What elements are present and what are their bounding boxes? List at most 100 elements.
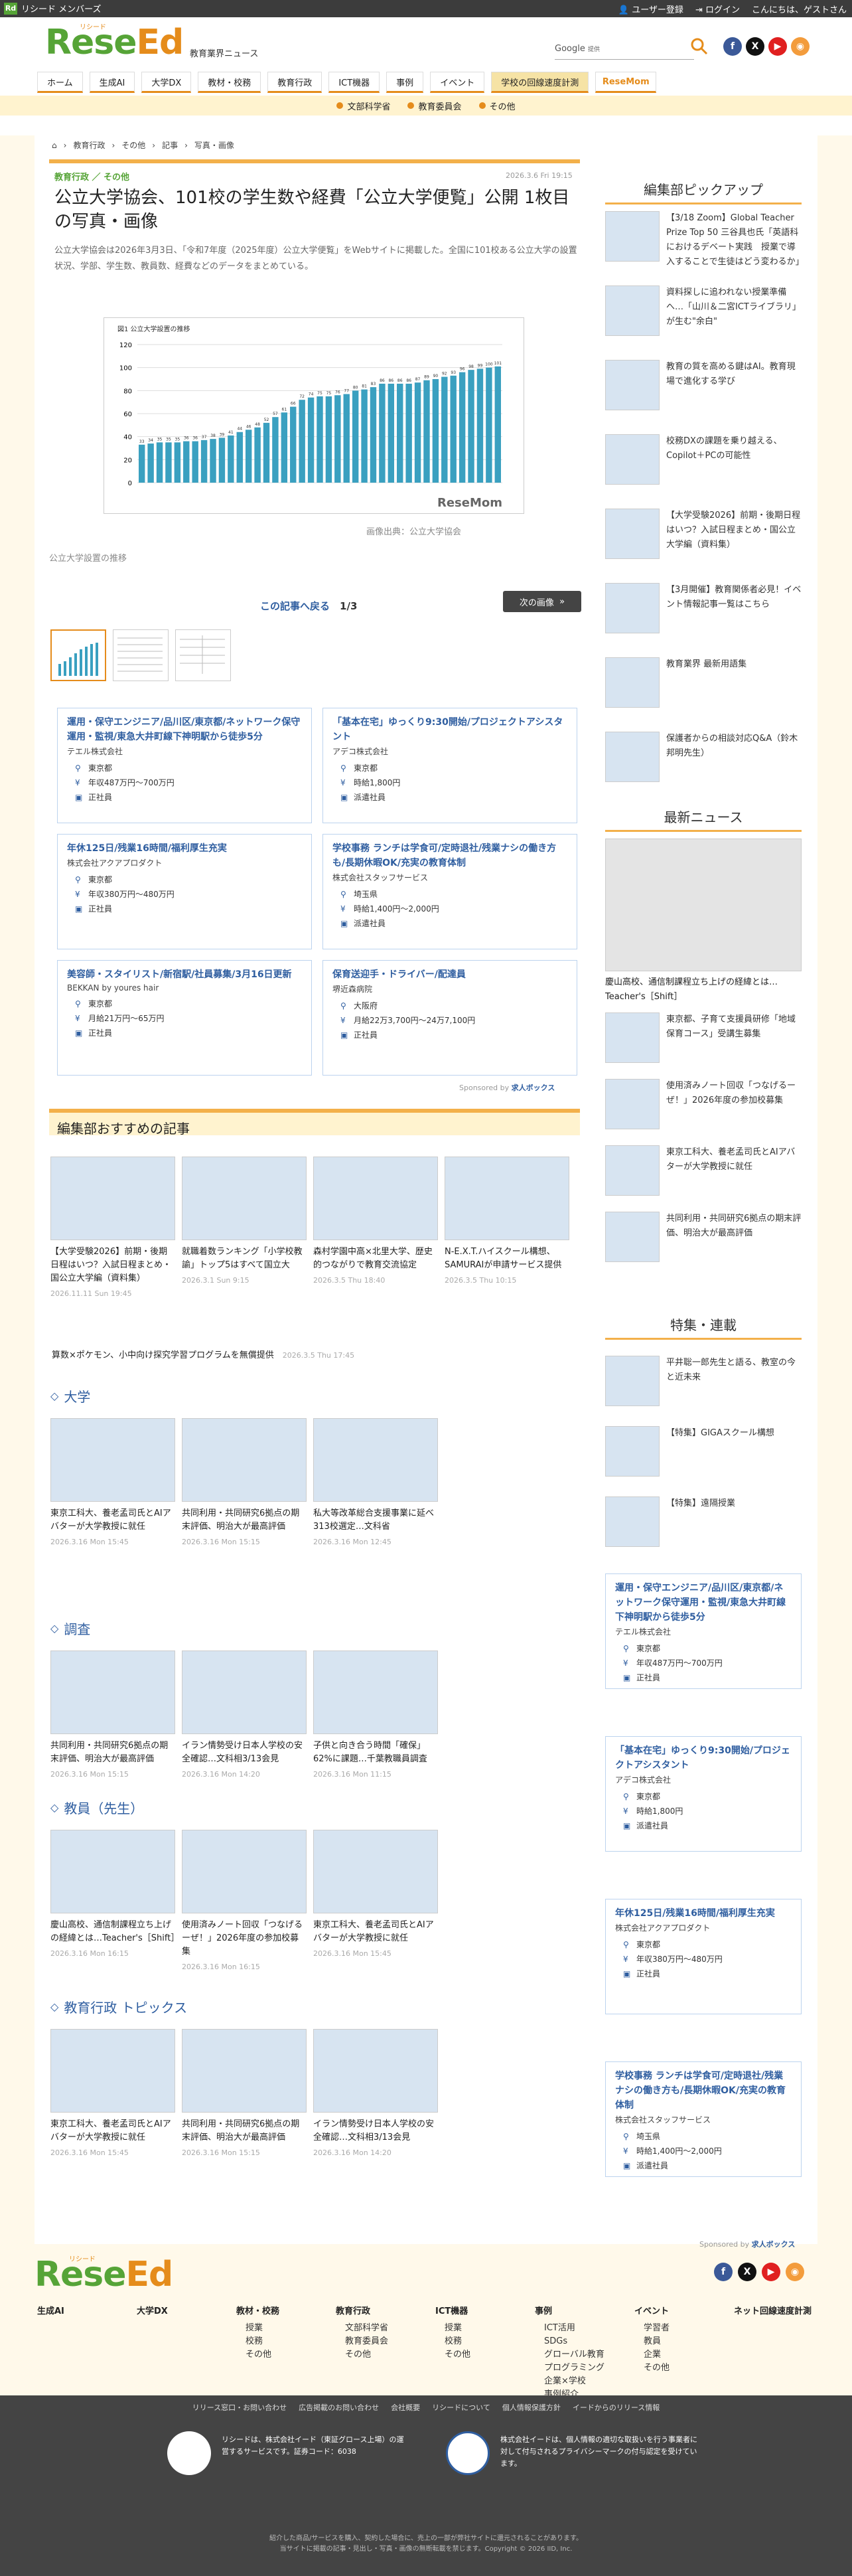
article-thumbnail[interactable] [182,1650,307,1734]
article-thumbnail[interactable] [313,2029,438,2113]
card-title[interactable]: 使用済みノート回収「つなげるーぜ！」2026年度の参加校募集 [182,1919,307,1959]
pickup-thumbnail[interactable] [605,732,660,782]
card-title[interactable]: N-E.X.T.ハイスクール構想、SAMURAIが申請サービス提供 [445,1246,569,1272]
nav-item-1[interactable]: 生成AI [89,72,135,93]
footer-link[interactable]: その他 [345,2348,388,2362]
footer-bottom-link[interactable]: 個人情報保護方針 [502,2402,561,2413]
facebook-icon[interactable]: f [723,37,742,56]
job-title[interactable]: 年休125日/残業16時間/福利厚生充実 [615,1906,792,1921]
card-title[interactable]: 私大等改革総合支援事業に延べ313校選定…文科省 [313,1507,438,1534]
footer-col-heading[interactable]: 大学DX [137,2304,168,2316]
pickup-title[interactable]: 保護者からの相談対応Q&A（鈴木邦明先生） [666,732,802,782]
job-card[interactable]: 運用・保守エンジニア/品川区/東京都/ネットワーク保守運用・監視/東急大井町線下… [605,1573,802,1689]
nav-item-2[interactable]: 大学DX [141,72,192,93]
footer-link[interactable]: その他 [644,2362,670,2375]
card-title[interactable]: 【大学受験2026】前期・後期日程はいつ？入試日程まとめ・国公立大学編（資料集） [50,1246,175,1285]
text-link[interactable]: 算数×ポケモン、小中向け探究学習プログラムを無償提供 2026.3.5 Thu … [52,1348,354,1360]
recommend-card[interactable]: N-E.X.T.ハイスクール構想、SAMURAIが申請サービス提供 2026.3.… [445,1157,569,1285]
job-title[interactable]: 保育送迎手・ドライバー/配達員 [332,967,567,982]
pickup-title[interactable]: 教育の質を高める鍵はAI。教育現場で進化する学び [666,360,802,410]
pickup-item[interactable]: 【3月開催】教育関係者必見！イベント情報記事一覧はこちら [605,583,802,633]
nav-item-7[interactable]: イベント [430,72,485,93]
job-title[interactable]: 年休125日/残業16時間/福利厚生充実 [67,841,302,856]
article-thumbnail[interactable] [182,2029,307,2113]
tag-card[interactable]: 共同利用・共同研究6拠点の期末評価、明治大が最高評価 2026.3.16 Mon … [50,1650,175,1779]
footer-link[interactable]: 教員 [644,2335,670,2348]
footer-link[interactable]: ICT活用 [544,2322,604,2335]
footer-link[interactable]: 授業 [246,2322,279,2335]
article-thumbnail[interactable] [182,1418,307,1502]
article-thumbnail[interactable] [313,1650,438,1734]
nav-item-5[interactable]: ICT機器 [328,72,380,93]
footer-col-heading[interactable]: ネット回線速度計測 [734,2304,812,2316]
feature-thumbnail[interactable] [605,1356,660,1406]
article-thumbnail[interactable] [50,2029,175,2113]
tag-card[interactable]: 慶山高校、通信制課程立ち上げの経緯とは…Teacher's［Shift］ 2026… [50,1830,179,1958]
pickup-thumbnail[interactable] [605,434,660,485]
tag-card[interactable]: 共同利用・共同研究6拠点の期末評価、明治大が最高評価 2026.3.16 Mon … [182,2029,307,2157]
tag-card[interactable]: 共同利用・共同研究6拠点の期末評価、明治大が最高評価 2026.3.16 Mon … [182,1418,307,1546]
article-category[interactable]: 教育行政 ／ その他 [54,170,129,183]
breadcrumb-item[interactable]: 教育行政 [73,139,105,151]
pickup-title[interactable]: 教育業界 最新用語集 [666,657,746,708]
search-icon[interactable] [690,37,709,56]
article-thumbnail[interactable] [50,1830,175,1913]
latest-item[interactable]: 東京工科大、養老孟司氏とAIアバターが大学教授に就任 [605,1145,802,1196]
latest-item[interactable]: 共同利用・共同研究6拠点の期末評価、明治大が最高評価 [605,1212,802,1262]
pickup-item[interactable]: 保護者からの相談対応Q&A（鈴木邦明先生） [605,732,802,782]
tag-heading[interactable]: ◇ 教員（先生） [50,1798,143,1817]
card-title[interactable]: 東京工科大、養老孟司氏とAIアバターが大学教授に就任 [50,1507,175,1534]
rss-icon[interactable]: ◉ [791,37,810,56]
breadcrumb-item[interactable]: 記事 [162,139,178,151]
footer-link[interactable]: 企業×学校 [544,2375,604,2388]
tag-heading[interactable]: ◇ 調査 [50,1619,90,1638]
tag-card[interactable]: イラン情勢受け日本人学校の安全確認…文科相3/13会見 2026.3.16 Mon… [313,2029,438,2157]
latest-main-title[interactable]: 慶山高校、通信制課程立ち上げの経緯とは…Teacher's［Shift］ [605,975,802,1005]
latest-thumbnail[interactable] [605,1079,660,1129]
footer-link[interactable]: 学習者 [644,2322,670,2335]
site-logo[interactable]: リシード ReseEd [45,23,184,62]
pickup-title[interactable]: 校務DXの課題を乗り越える、Copilot＋PCの可能性 [666,434,802,485]
card-title[interactable]: 共同利用・共同研究6拠点の期末評価、明治大が最高評価 [182,2118,307,2144]
pickup-title[interactable]: 資料探しに追われない授業準備へ…「山川＆二宮ICTライブラリ」が生む"余白" [666,285,802,336]
latest-thumbnail[interactable] [605,1212,660,1262]
nav-item-9[interactable]: ReseMom [595,72,657,93]
pickup-thumbnail[interactable] [605,211,660,262]
footer-link[interactable]: 企業 [644,2348,670,2362]
next-image-button[interactable]: 次の画像 » [503,591,581,612]
footer-link[interactable]: 教育委員会 [345,2335,388,2348]
latest-thumbnail[interactable] [605,1145,660,1196]
subnav-item-0[interactable]: 文部科学省 [336,100,390,112]
feature-item[interactable]: 【特集】遠隔授業 [605,1496,802,1547]
tag-card[interactable]: イラン情勢受け日本人学校の安全確認…文科相3/13会見 2026.3.16 Mon… [182,1650,307,1779]
card-title[interactable]: 子供と向き合う時間「確保」62%に課題…千葉教職員調査 [313,1739,438,1766]
footer-logo[interactable]: リシード ReseEd [35,2255,173,2294]
job-card[interactable]: 「基本在宅」ゆっくり9:30開始/プロジェクトアシスタント アデコ株式会社 ⚲ 東京都… [322,708,577,823]
pickup-title[interactable]: 【大学受験2026】前期・後期日程はいつ？入試日程まとめ・国公立大学編（資料集） [666,509,802,559]
tag-card[interactable]: 東京工科大、養老孟司氏とAIアバターが大学教授に就任 2026.3.16 Mon … [50,1418,175,1546]
article-thumbnail[interactable] [50,1650,175,1734]
thumbnail-3[interactable] [175,629,231,681]
pickup-item[interactable]: 【大学受験2026】前期・後期日程はいつ？入試日程まとめ・国公立大学編（資料集） [605,509,802,559]
job-card[interactable]: 年休125日/残業16時間/福利厚生充実 株式会社アクアプロダクト ⚲ 東京都 ¥ 年収3… [57,834,312,949]
footer-link[interactable]: プログラミング [544,2362,604,2375]
footer-link[interactable]: その他 [246,2348,279,2362]
x-icon[interactable]: X [738,2263,756,2281]
nav-item-3[interactable]: 教材・校務 [198,72,261,93]
article-thumbnail[interactable] [50,1157,175,1240]
card-title[interactable]: 就職着数ランキング「小学校教諭」トップ5はすべて国立大 [182,1246,307,1272]
subnav-item-2[interactable]: その他 [478,100,516,112]
footer-link[interactable]: グローバル教育 [544,2348,604,2362]
card-title[interactable]: 慶山高校、通信制課程立ち上げの経緯とは…Teacher's［Shift］ [50,1919,179,1945]
pickup-thumbnail[interactable] [605,360,660,410]
job-title[interactable]: 運用・保守エンジニア/品川区/東京都/ネットワーク保守運用・監視/東急大井町線下… [615,1581,792,1625]
privacy-mark-icon[interactable] [446,2431,490,2475]
feature-thumbnail[interactable] [605,1426,660,1477]
footer-col-heading[interactable]: イベント [634,2304,670,2316]
pickup-thumbnail[interactable] [605,285,660,336]
card-title[interactable]: 共同利用・共同研究6拠点の期末評価、明治大が最高評価 [50,1739,175,1766]
job-card[interactable]: 「基本在宅」ゆっくり9:30開始/プロジェクトアシスタント アデコ株式会社 ⚲ 東京都… [605,1736,802,1852]
nav-item-0[interactable]: ホーム [37,72,83,93]
card-title[interactable]: イラン情勢受け日本人学校の安全確認…文科相3/13会見 [182,1739,307,1766]
footer-link[interactable]: 文部科学省 [345,2322,388,2335]
